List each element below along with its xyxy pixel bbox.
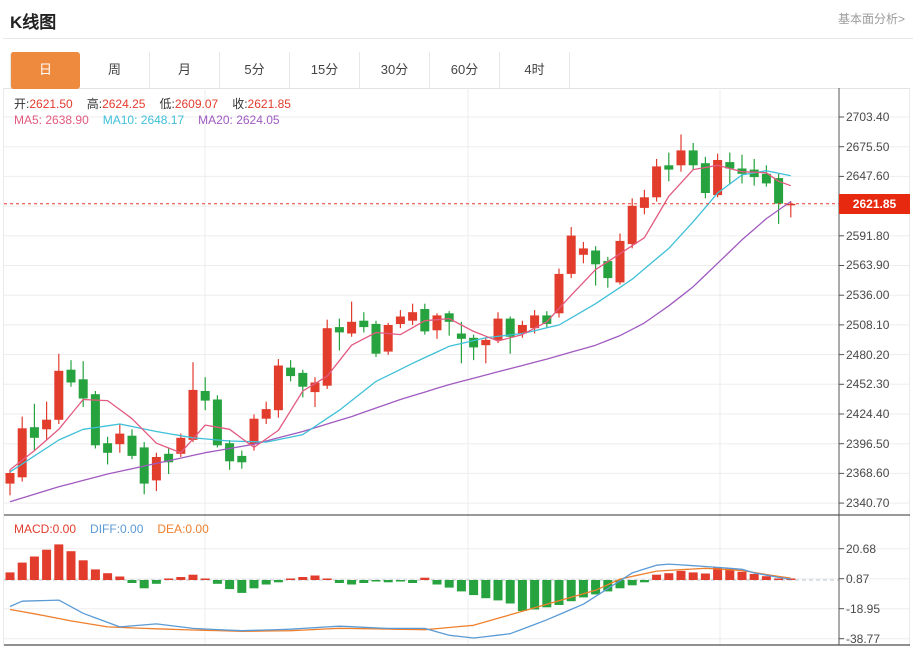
price-axis-label: 2703.40 <box>846 110 890 124</box>
close-label: 收: <box>232 97 248 111</box>
low-value: 2609.07 <box>174 97 219 111</box>
open-value: 2621.50 <box>29 97 73 111</box>
diff-label: DIFF: <box>90 522 121 536</box>
tab-30分[interactable]: 30分 <box>360 52 430 88</box>
dea-label: DEA: <box>157 522 186 536</box>
macd-legend-row: MACD:0.00 DIFF:0.00 DEA:0.00 <box>14 522 209 536</box>
high-value: 2624.25 <box>102 97 146 111</box>
ma5-value: 2638.90 <box>45 113 89 127</box>
macd-axis-label: -18.95 <box>846 601 881 616</box>
price-axis-label: 2563.90 <box>846 258 890 273</box>
open-label: 开: <box>14 97 30 111</box>
macd-value: 0.00 <box>52 522 77 536</box>
tab-月[interactable]: 月 <box>150 52 220 88</box>
price-axis-label: 2452.30 <box>846 377 890 392</box>
macd-axis-label: -38.77 <box>846 631 881 646</box>
price-axis-label: 2647.60 <box>846 169 890 184</box>
price-axis-label: 2536.00 <box>846 288 890 303</box>
kline-widget: K线图 基本面分析> 日周月 5分 15分 30分 60分 4时 2703.40 2675.… <box>0 0 917 652</box>
price-axis-label: 2368.60 <box>846 466 890 481</box>
tab-15分[interactable]: 15分 <box>290 52 360 88</box>
price-axis-label: 2340.70 <box>846 496 890 511</box>
price-axis-label: 2508.10 <box>846 317 890 332</box>
current-price-badge: 2621.85 <box>839 193 910 214</box>
timeframe-tab-bar: 日周月 5分 15分 30分 60分 4时 <box>10 52 570 89</box>
tab-日[interactable]: 日 <box>10 52 80 89</box>
tab-5分[interactable]: 5分 <box>220 52 290 88</box>
ma10-label: MA10: <box>102 113 138 127</box>
macd-axis-label: 20.68 <box>846 541 877 556</box>
tab-60分[interactable]: 60分 <box>430 52 500 88</box>
high-label: 高: <box>86 97 103 111</box>
macd-axis-label: 0.87 <box>846 571 870 586</box>
ma20-label: MA20: <box>198 113 233 127</box>
tab-4时[interactable]: 4时 <box>500 52 570 88</box>
price-axis-label: 2480.20 <box>846 347 890 362</box>
dea-value: 0.00 <box>185 522 209 536</box>
ma10-value: 2648.17 <box>140 113 185 127</box>
diff-value: 0.00 <box>120 522 144 536</box>
ma-info-row: MA5: 2638.90 MA10: 2648.17 MA20: 2624.05 <box>14 113 280 127</box>
tab-周[interactable]: 周 <box>80 52 150 88</box>
ma20-value: 2624.05 <box>236 113 280 127</box>
close-value: 2621.85 <box>247 97 291 111</box>
price-axis-label: 2396.50 <box>846 436 890 451</box>
ohlc-info-row: 开:2621.50 高:2624.25 低:2609.07 收:2621.85 <box>14 95 291 112</box>
ma5-label: MA5: <box>14 113 43 127</box>
price-axis-label: 2424.40 <box>846 406 890 421</box>
macd-label: MACD: <box>14 522 53 536</box>
low-label: 低: <box>159 97 175 111</box>
price-axis-label: 2591.80 <box>846 228 890 243</box>
price-axis-label: 2675.50 <box>846 139 890 154</box>
